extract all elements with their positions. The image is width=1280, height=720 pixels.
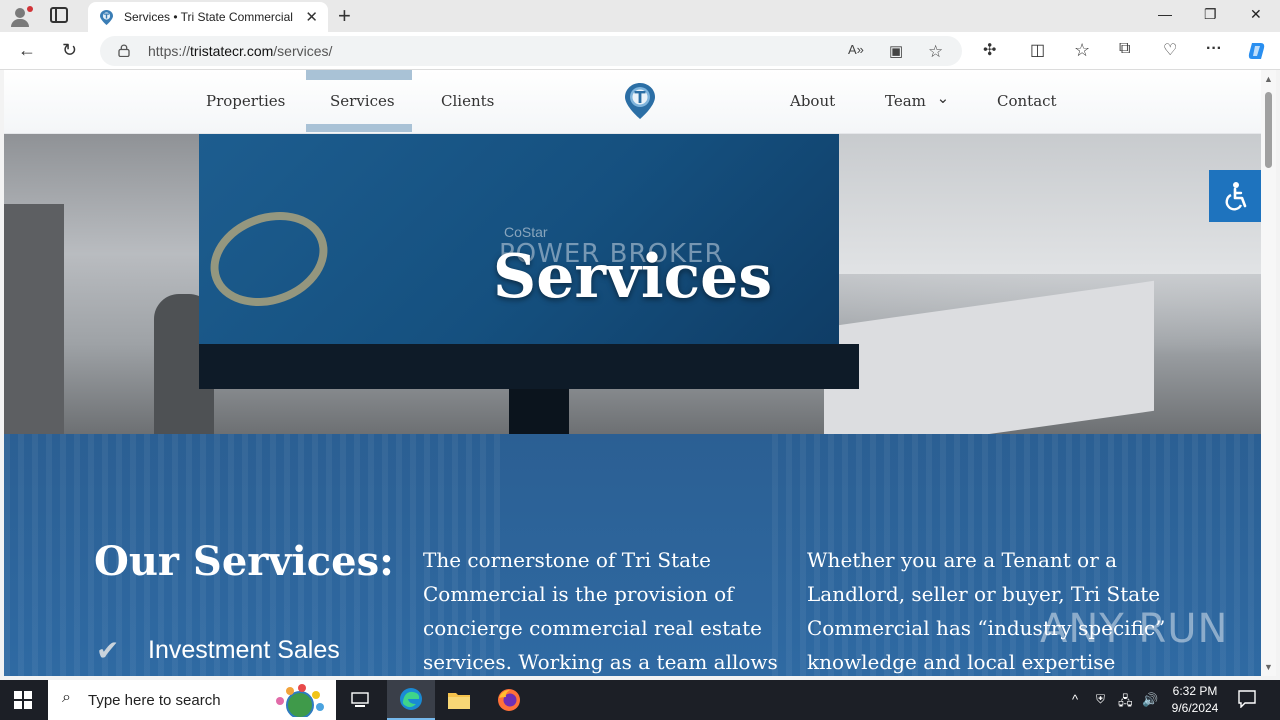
text-line: Whether you are a Tenant or a [807,548,1118,572]
scrollbar-thumb[interactable] [1265,92,1272,168]
service-item: ✔ Investment Sales [96,634,340,667]
hero-left-building [4,204,64,434]
services-intro-text: The cornerstone of Tri State Commercial … [423,543,778,676]
refresh-button[interactable]: ↻ [62,40,77,61]
search-placeholder: Type here to search [88,692,221,709]
text-line: Commercial is the provision of [423,582,734,606]
search-highlight-icon [276,684,324,717]
address-bar[interactable]: https://tristatecr.com/services/ A» ▣ ☆ [100,36,962,66]
windows-taskbar: ⌕ Type here to search ^ ⛨ 🖧 🔊 6:32 PM 9/… [0,680,1280,720]
browser-tabstrip: Services • Tri State Commercial ✕ + — ❐ … [0,0,1280,32]
service-item-label: Investment Sales [148,636,340,664]
firefox-icon[interactable] [485,680,533,720]
more-menu-icon[interactable]: ··· [1206,40,1222,58]
hero-banner: CoStar POWER BROKER Services [4,134,1261,458]
accessibility-button[interactable] [1209,170,1261,222]
close-tab-icon[interactable]: ✕ [305,8,318,26]
site-favicon-icon [100,10,113,25]
site-logo[interactable] [624,82,656,120]
favorite-star-icon[interactable]: ☆ [928,42,943,62]
search-icon: ⌕ [62,689,71,706]
clock-time: 6:32 PM [1172,684,1218,698]
notification-icon[interactable] [1238,690,1256,708]
nav-properties[interactable]: Properties [206,92,285,110]
collections-icon[interactable]: ⧉ [1119,40,1130,58]
task-view-icon[interactable] [336,680,384,720]
copilot-icon[interactable] [1246,40,1268,62]
browser-toolbar: ← ↻ https://tristatecr.com/services/ A» … [0,32,1280,70]
new-tab-button[interactable]: + [338,3,351,29]
nav-services[interactable]: Services [330,92,395,110]
split-screen-icon[interactable]: ◫ [1030,40,1045,60]
billboard-base [199,344,859,389]
restore-button[interactable]: ❐ [1204,6,1217,23]
chevron-down-icon: ⌄ [936,89,950,107]
clock-date: 9/6/2024 [1171,701,1219,715]
profile-icon[interactable] [8,4,34,28]
tray-overflow-icon[interactable]: ^ [1072,692,1078,707]
close-window-button[interactable]: ✕ [1250,6,1262,23]
nav-active-underline [306,124,412,132]
nav-clients[interactable]: Clients [441,92,494,110]
scroll-up-icon[interactable]: ▲ [1264,74,1273,84]
defender-icon[interactable]: ⛨ [1096,692,1105,707]
start-button[interactable] [14,691,32,709]
watermark: ANY RUN [1040,606,1229,652]
minimize-button[interactable]: — [1158,6,1172,22]
edge-taskbar-icon[interactable] [387,680,435,720]
taskbar-search[interactable]: ⌕ Type here to search [48,680,336,720]
taskbar-clock[interactable]: 6:32 PM 9/6/2024 [1160,683,1230,717]
page-viewport: Properties Services Clients About Team ⌄… [4,70,1261,676]
billboard-pole [509,389,569,434]
extensions-icon[interactable]: ✣ [983,40,996,60]
site-header: Properties Services Clients About Team ⌄… [4,70,1261,134]
text-line: The cornerstone of Tri State [423,548,711,572]
page-scrollbar[interactable]: ▲ ▼ [1261,70,1276,676]
hero-billboard: CoStar POWER BROKER [197,134,839,344]
scroll-down-icon[interactable]: ▼ [1264,662,1273,672]
browser-essentials-icon[interactable]: ♡ [1163,40,1177,60]
network-icon[interactable]: 🖧 [1118,692,1133,714]
back-button[interactable]: ← [18,40,36,61]
nav-team[interactable]: Team ⌄ [885,89,950,110]
nav-about[interactable]: About [790,92,835,110]
file-explorer-icon[interactable] [435,680,483,720]
browser-tab-services[interactable]: Services • Tri State Commercial ✕ [88,2,328,32]
volume-icon[interactable]: 🔊 [1142,692,1158,708]
services-heading: Our Services: [94,538,394,585]
lock-icon[interactable] [118,44,130,57]
billboard-brand: CoStar [504,224,548,240]
page-title: Services [492,242,773,312]
read-aloud-icon[interactable]: A» [848,42,864,57]
url-text[interactable]: https://tristatecr.com/services/ [148,43,332,59]
text-line: concierge commercial real estate [423,616,762,640]
tab-actions-icon[interactable] [50,7,68,23]
tab-title: Services • Tri State Commercial [124,10,293,24]
nav-contact[interactable]: Contact [997,92,1057,110]
nav-active-indicator [306,70,412,80]
accessibility-icon [1225,182,1247,211]
checkmark-icon: ✔ [96,634,120,667]
favorites-icon[interactable]: ☆ [1074,40,1090,61]
text-line: services. Working as a team allows [423,650,778,674]
immersive-reader-icon[interactable]: ▣ [889,42,903,60]
